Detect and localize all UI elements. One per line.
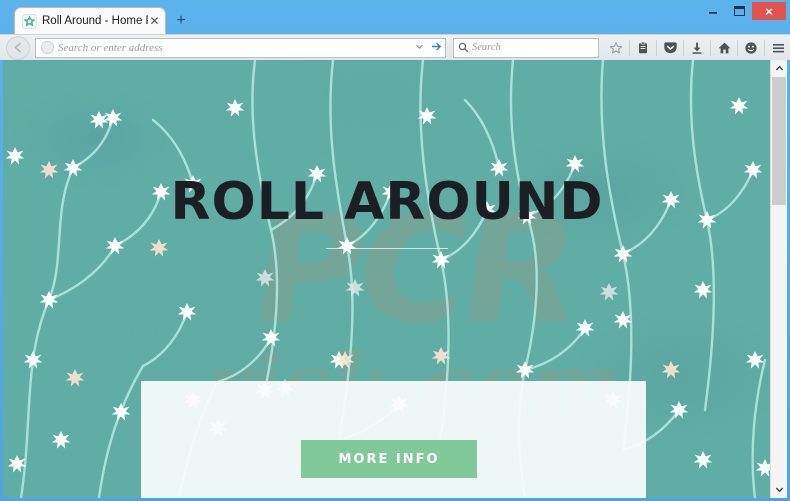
home-icon[interactable] — [712, 37, 736, 59]
library-clipboard-icon[interactable] — [631, 37, 655, 59]
toolbar-divider — [629, 39, 630, 56]
navigation-toolbar: Search or enter address Search — [0, 34, 790, 60]
tab-close-icon[interactable]: ✕ — [148, 15, 161, 27]
scroll-down-button[interactable] — [771, 481, 787, 498]
feedback-smiley-icon[interactable] — [739, 37, 763, 59]
scrollbar-thumb[interactable] — [772, 77, 786, 205]
menu-hamburger-icon[interactable] — [766, 37, 790, 59]
tab-title: Roll Around - Home Page — [42, 15, 148, 27]
toolbar-icons — [604, 37, 790, 59]
bookmark-star-icon[interactable] — [604, 37, 628, 59]
address-input[interactable]: Search or enter address — [58, 42, 411, 54]
maximize-button[interactable] — [726, 2, 752, 19]
webpage: PCR risk.com — [3, 60, 771, 498]
toolbar-divider — [710, 39, 711, 56]
browser-window: Roll Around - Home Page ✕ + × Search or … — [0, 0, 790, 501]
more-info-button[interactable]: MORE INFO — [301, 440, 477, 478]
search-bar[interactable]: Search — [453, 37, 599, 58]
browser-tab-active[interactable]: Roll Around - Home Page ✕ — [14, 7, 166, 34]
minimize-button[interactable] — [700, 2, 726, 25]
chevron-down-icon[interactable] — [411, 42, 427, 53]
restore-icon — [733, 5, 745, 16]
vertical-scrollbar[interactable] — [770, 60, 787, 498]
globe-icon — [41, 41, 54, 54]
web-content-area: PCR risk.com — [3, 60, 787, 498]
go-arrow-icon[interactable] — [427, 40, 445, 56]
downloads-icon[interactable] — [685, 37, 709, 59]
hero-section: ROLL AROUND — [3, 60, 771, 380]
close-button[interactable]: × — [752, 2, 786, 20]
star-flower-icon — [22, 13, 37, 29]
back-button[interactable] — [6, 35, 30, 60]
scrollbar-track[interactable] — [771, 77, 787, 481]
scroll-up-button[interactable] — [771, 60, 787, 77]
cta-panel: MORE INFO — [141, 381, 646, 498]
window-controls: × — [700, 2, 786, 20]
new-tab-button[interactable]: + — [172, 12, 190, 30]
search-icon — [454, 42, 472, 53]
pocket-icon[interactable] — [658, 37, 682, 59]
title-divider — [326, 248, 448, 249]
toolbar-divider — [656, 39, 657, 56]
address-bar[interactable]: Search or enter address — [35, 37, 446, 58]
toolbar-divider — [764, 39, 765, 56]
page-title: ROLL AROUND — [170, 172, 604, 232]
toolbar-divider — [683, 39, 684, 56]
title-bar: Roll Around - Home Page ✕ + × — [0, 0, 790, 34]
search-input[interactable]: Search — [472, 42, 501, 53]
toolbar-divider — [737, 39, 738, 56]
